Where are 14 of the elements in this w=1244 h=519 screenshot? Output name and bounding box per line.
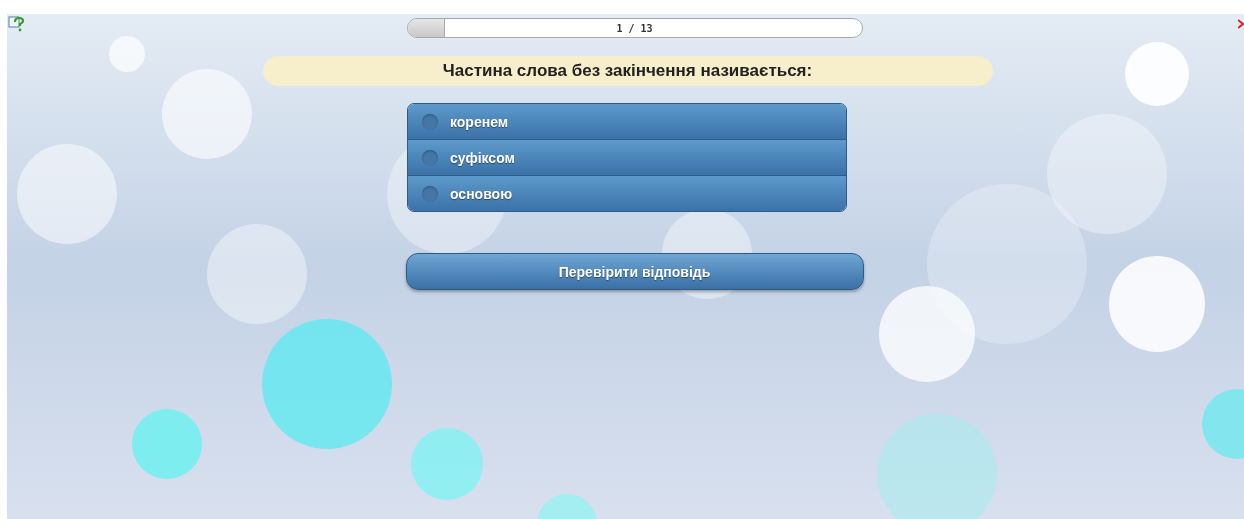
question-text: Частина слова без закінчення називається: [262,56,993,86]
answer-label: суфіксом [450,149,515,166]
answer-label: коренем [450,113,509,130]
progress-counter: 1 / 13 [616,22,653,34]
answer-option[interactable]: суфіксом [408,139,846,175]
answer-option[interactable]: коренем [408,104,846,139]
help-icon[interactable] [8,16,24,32]
radio-button[interactable] [422,149,438,166]
close-icon[interactable] [1238,19,1244,29]
answer-label: основою [450,185,513,202]
radio-button[interactable] [422,113,438,130]
check-answer-button[interactable]: Перевірити відповідь [405,253,864,290]
answer-option[interactable]: основою [408,175,846,211]
radio-button[interactable] [422,185,438,202]
